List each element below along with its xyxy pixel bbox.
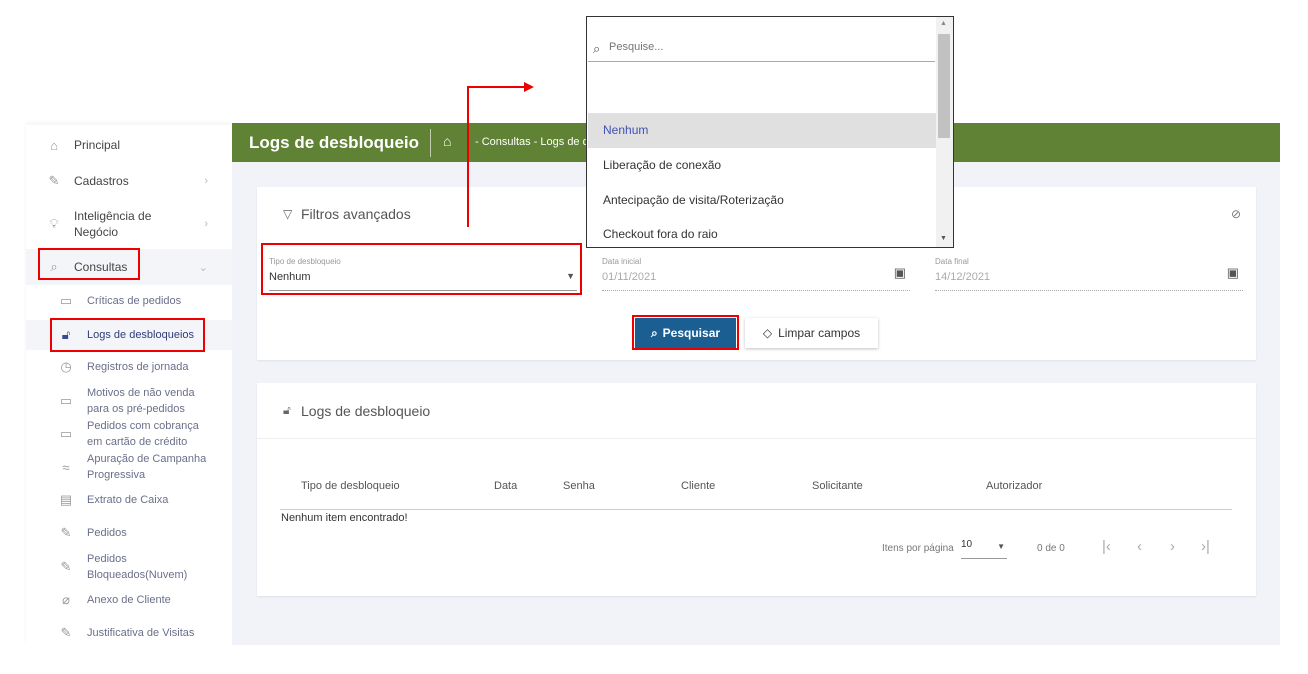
scroll-up-icon[interactable]: ▲ [940, 20, 947, 27]
scrollbar-thumb[interactable] [938, 34, 950, 138]
dropdown-panel: ⌕ Nenhum Liberação de conexão Antecipaçã… [586, 16, 954, 248]
scrollbar[interactable]: ▲ ▼ [936, 17, 953, 247]
dropdown-option[interactable]: Liberação de conexão [588, 148, 936, 183]
dropdown-option[interactable]: Nenhum [588, 113, 936, 148]
divider [588, 61, 935, 62]
dropdown-option[interactable]: Antecipação de visita/Roterização [588, 183, 936, 218]
dropdown-search-input[interactable] [609, 41, 929, 53]
dropdown-option[interactable]: Checkout fora do raio [588, 218, 936, 248]
search-icon: ⌕ [593, 41, 601, 56]
scroll-down-icon[interactable]: ▼ [940, 235, 947, 242]
